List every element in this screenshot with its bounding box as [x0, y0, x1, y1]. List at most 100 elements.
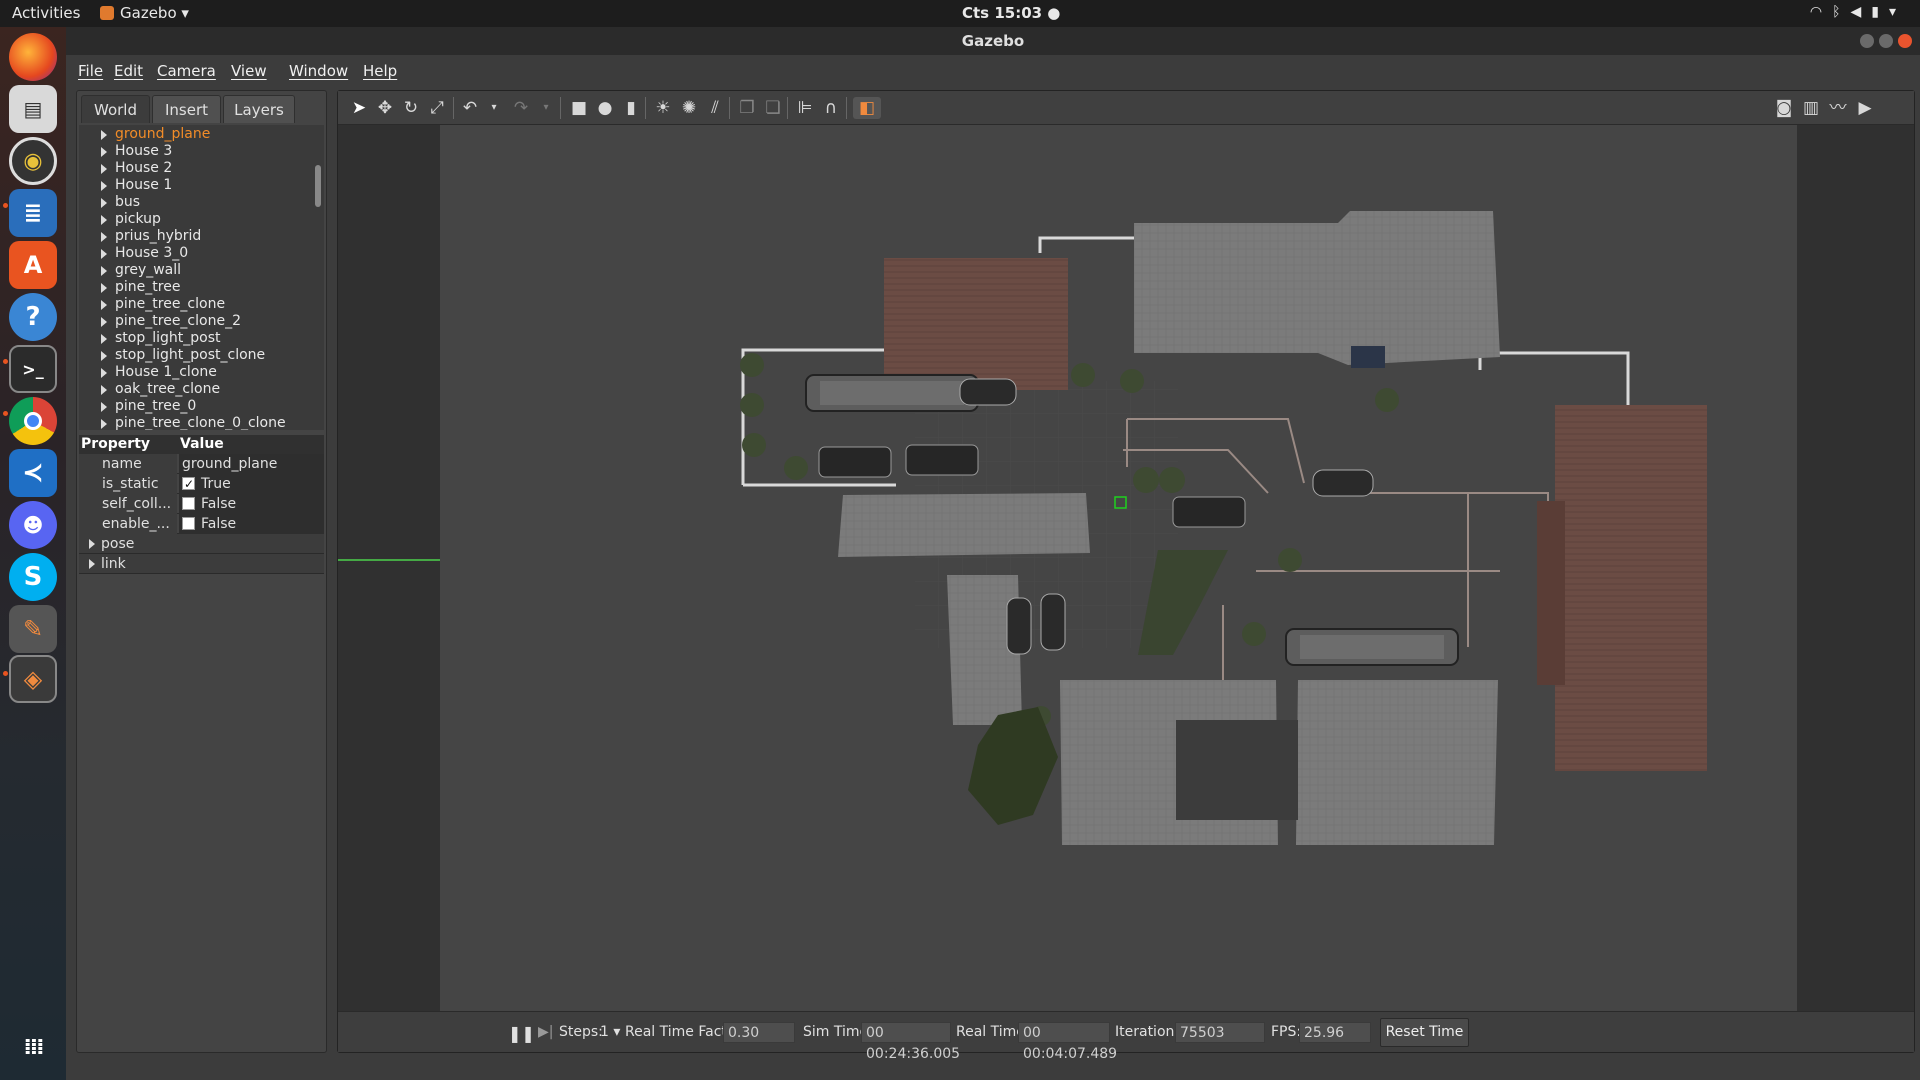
enable-checkbox[interactable]	[182, 517, 195, 530]
reset-time-button[interactable]: Reset Time	[1380, 1018, 1469, 1047]
tree-item[interactable]: ground_plane	[100, 126, 210, 143]
menu-camera[interactable]: Camera	[157, 62, 216, 80]
skype-icon[interactable]: S	[9, 553, 57, 601]
terminal-icon[interactable]: >_	[9, 345, 57, 393]
menu-file[interactable]: File	[78, 62, 103, 80]
translate-icon[interactable]: ✥	[374, 97, 396, 119]
house-brown-right	[1555, 405, 1707, 771]
scale-icon[interactable]: ⤢	[426, 97, 448, 119]
render-panel: ➤ ✥ ↻ ⤢ ↶ ▾ ↷ ▾ ■ ● ▮ ☀ ✺ ⫽ ❐ ❏ ⊫ ∩ ◧ ◙	[337, 90, 1915, 1062]
3d-viewport[interactable]	[338, 125, 1914, 1011]
car-2	[1312, 469, 1374, 497]
step-icon[interactable]: ▶|	[538, 1024, 553, 1040]
steps-label: Steps:	[559, 1024, 603, 1040]
tab-layers[interactable]: Layers	[223, 95, 295, 123]
app-menu[interactable]: Gazebo ▾	[100, 4, 189, 22]
tree-scrollbar[interactable]	[315, 165, 321, 207]
sphere-icon[interactable]: ●	[594, 97, 616, 119]
view-angle-icon[interactable]: ◧	[853, 97, 881, 119]
directional-light-icon[interactable]: ⫽	[704, 97, 726, 119]
clock[interactable]: Cts 15:03 ●	[962, 4, 1060, 22]
steps-select[interactable]: 1 ▾	[600, 1024, 620, 1040]
window-titlebar[interactable]: Gazebo	[66, 27, 1920, 55]
snap-icon[interactable]: ∩	[820, 97, 842, 119]
running-indicator	[3, 359, 8, 364]
property-key: self_coll...	[79, 494, 177, 514]
tree-item[interactable]: pine_tree_clone_0_clone	[101, 415, 286, 430]
system-tray[interactable]: ◠ᛒ◀▮▾	[1810, 4, 1906, 20]
record-icon[interactable]: ▶	[1854, 97, 1876, 119]
screenshot-icon[interactable]: ◙	[1773, 97, 1795, 119]
tree-item[interactable]: pine_tree_0	[100, 398, 196, 415]
undo-icon[interactable]: ↶	[459, 97, 481, 119]
firefox-icon[interactable]	[9, 33, 57, 81]
menu-help[interactable]: Help	[363, 62, 397, 80]
tree-item[interactable]: pine_tree_clone_2	[101, 313, 241, 330]
log-icon[interactable]: ▥	[1800, 97, 1822, 119]
cylinder-icon[interactable]: ▮	[620, 97, 642, 119]
undo-dropdown-icon[interactable]: ▾	[483, 97, 505, 119]
tree-item[interactable]: House 2	[100, 160, 172, 177]
self-collide-checkbox[interactable]	[182, 497, 195, 510]
activities-button[interactable]: Activities	[12, 4, 80, 22]
property-group-pose[interactable]: pose	[79, 534, 324, 554]
copy-icon[interactable]: ❐	[736, 97, 758, 119]
rotate-icon[interactable]: ↻	[400, 97, 422, 119]
tree-item[interactable]: stop_light_post_clone	[100, 347, 265, 364]
menu-view[interactable]: View	[231, 62, 267, 80]
battery-icon: ▮	[1871, 4, 1889, 20]
discord-icon[interactable]: ☻	[9, 501, 57, 549]
dock: ▤ ◉ ≣ A ? >_ ≺ ☻ S ✎ ◈ ⁞⁞⁞	[0, 27, 66, 1080]
select-arrow-icon[interactable]: ➤	[348, 97, 370, 119]
scene-canvas[interactable]	[338, 125, 1914, 1011]
plot-icon[interactable]: 〰	[1827, 97, 1849, 119]
tree-item[interactable]: bus	[100, 194, 140, 211]
close-button[interactable]	[1898, 34, 1912, 48]
gazebo-app-icon	[100, 6, 114, 20]
redo-icon[interactable]: ↷	[510, 97, 532, 119]
pickup-3	[1172, 496, 1246, 528]
tree-item[interactable]: oak_tree_clone	[100, 381, 220, 398]
chrome-icon[interactable]	[9, 397, 57, 445]
tree-item[interactable]: pine_tree	[100, 279, 180, 296]
point-light-icon[interactable]: ☀	[652, 97, 674, 119]
tree-item[interactable]: House 1_clone	[101, 364, 217, 381]
box-icon[interactable]: ■	[568, 97, 590, 119]
property-group-link[interactable]: link	[79, 554, 324, 574]
car-1	[959, 378, 1017, 406]
tree-item[interactable]: stop_light_post	[101, 330, 221, 347]
tree-item[interactable]: House 3	[100, 143, 172, 160]
vscode-icon[interactable]: ≺	[9, 449, 57, 497]
property-value[interactable]: ground_plane	[179, 454, 324, 474]
house-grey-top	[1134, 211, 1500, 365]
maximize-button[interactable]	[1879, 34, 1893, 48]
writer-icon[interactable]: ≣	[9, 189, 57, 237]
gazebo-dock-icon[interactable]: ◈	[9, 655, 57, 703]
sim-time-value: 00 00:24:36.005	[861, 1022, 960, 1062]
is-static-checkbox[interactable]	[182, 474, 195, 494]
spot-light-icon[interactable]: ✺	[678, 97, 700, 119]
running-indicator	[3, 411, 8, 416]
settings-tools-icon[interactable]: ✎	[9, 605, 57, 653]
menu-window[interactable]: Window	[289, 62, 348, 80]
files-icon[interactable]: ▤	[9, 85, 57, 133]
pause-icon[interactable]: ❚❚	[508, 1024, 535, 1043]
fps-value: 25.96	[1299, 1022, 1371, 1043]
tree-item[interactable]: grey_wall	[100, 262, 181, 279]
show-applications-icon[interactable]: ⁞⁞⁞	[9, 1023, 57, 1071]
tab-world[interactable]: World	[81, 95, 150, 123]
redo-dropdown-icon[interactable]: ▾	[535, 97, 557, 119]
tab-insert[interactable]: Insert	[152, 95, 221, 123]
tree-item[interactable]: pine_tree_clone	[100, 296, 225, 313]
tree-item[interactable]: prius_hybrid	[100, 228, 201, 245]
tree-item[interactable]: House 3_0	[100, 245, 188, 262]
minimize-button[interactable]	[1860, 34, 1874, 48]
help-icon[interactable]: ?	[9, 293, 57, 341]
rhythmbox-icon[interactable]: ◉	[9, 137, 57, 185]
align-icon[interactable]: ⊫	[794, 97, 816, 119]
tree-item[interactable]: pickup	[101, 211, 161, 228]
tree-item[interactable]: House 1	[100, 177, 172, 194]
paste-icon[interactable]: ❏	[762, 97, 784, 119]
software-center-icon[interactable]: A	[9, 241, 57, 289]
menu-edit[interactable]: Edit	[114, 62, 143, 80]
